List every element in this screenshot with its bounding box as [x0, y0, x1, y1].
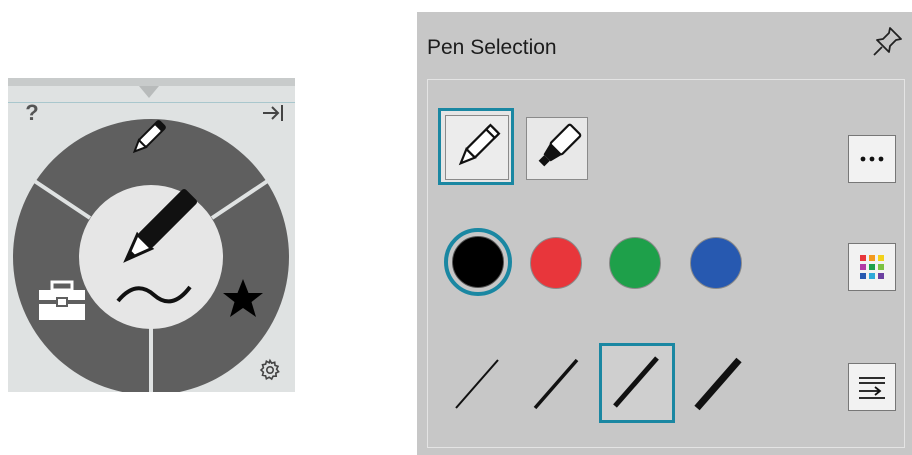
medium-stroke-icon [613, 356, 659, 408]
pen-icon[interactable] [126, 116, 170, 160]
pen-selection-panel: Pen Selection [417, 12, 912, 455]
thickness-option-1[interactable] [442, 346, 514, 422]
toolbox-icon[interactable] [36, 280, 88, 322]
pen-tool-button[interactable] [438, 108, 514, 185]
arrow-to-right-edge-icon[interactable] [260, 102, 286, 124]
gear-icon[interactable] [258, 358, 282, 382]
pen-with-stroke-icon[interactable] [100, 183, 206, 313]
color-swatch-black[interactable] [452, 236, 504, 288]
color-palette-button[interactable] [848, 243, 896, 291]
stroke-settings-icon [859, 377, 885, 399]
highlighter-icon [538, 123, 582, 167]
more-options-button[interactable] [848, 135, 896, 183]
pen-tool-inner [445, 115, 509, 180]
medium-thin-stroke-icon [533, 358, 579, 410]
thick-stroke-icon [694, 357, 742, 411]
help-button[interactable]: ? [21, 100, 43, 126]
color-swatch-red[interactable] [530, 237, 582, 289]
star-icon[interactable] [220, 276, 266, 322]
thickness-option-3[interactable] [599, 343, 675, 423]
color-palette-icon [860, 255, 884, 279]
color-black-selected-ring[interactable] [444, 228, 512, 296]
pin-icon[interactable] [871, 24, 905, 58]
radial-menu: ? [8, 78, 295, 392]
pen-tool-icon [458, 123, 501, 166]
color-swatch-green[interactable] [609, 237, 661, 289]
panel-title: Pen Selection [427, 36, 557, 59]
color-swatch-blue[interactable] [690, 237, 742, 289]
thin-stroke-icon [455, 359, 499, 409]
highlighter-tool-button[interactable] [526, 117, 588, 180]
thickness-option-4[interactable] [683, 346, 755, 422]
thickness-option-2[interactable] [521, 346, 593, 422]
ellipsis-icon [860, 156, 884, 162]
stroke-settings-button[interactable] [848, 363, 896, 411]
